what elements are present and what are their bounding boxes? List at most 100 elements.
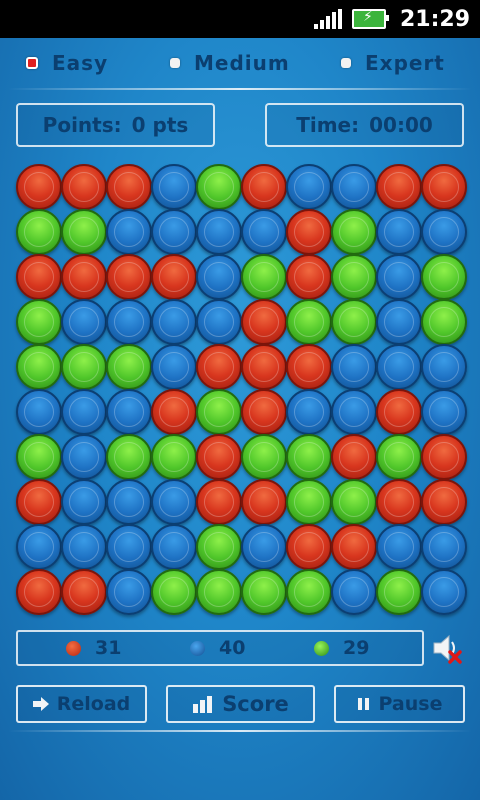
red-ball[interactable] — [421, 434, 467, 480]
red-ball[interactable] — [421, 164, 467, 210]
green-ball[interactable] — [331, 254, 377, 300]
green-ball[interactable] — [196, 164, 242, 210]
red-ball[interactable] — [286, 524, 332, 570]
green-ball[interactable] — [61, 344, 107, 390]
red-ball[interactable] — [241, 344, 287, 390]
red-ball[interactable] — [286, 344, 332, 390]
red-ball[interactable] — [106, 254, 152, 300]
green-ball[interactable] — [376, 434, 422, 480]
blue-ball[interactable] — [16, 524, 62, 570]
blue-ball[interactable] — [421, 389, 467, 435]
red-ball[interactable] — [151, 254, 197, 300]
blue-ball[interactable] — [421, 524, 467, 570]
green-ball[interactable] — [241, 569, 287, 615]
blue-ball[interactable] — [241, 209, 287, 255]
green-ball[interactable] — [286, 434, 332, 480]
red-ball[interactable] — [61, 164, 107, 210]
blue-ball[interactable] — [106, 389, 152, 435]
red-ball[interactable] — [376, 164, 422, 210]
green-ball[interactable] — [241, 434, 287, 480]
blue-ball[interactable] — [106, 209, 152, 255]
green-ball[interactable] — [331, 299, 377, 345]
difficulty-medium[interactable]: Medium — [170, 46, 290, 80]
red-ball[interactable] — [376, 479, 422, 525]
blue-ball[interactable] — [331, 569, 377, 615]
blue-ball[interactable] — [421, 344, 467, 390]
blue-ball[interactable] — [61, 389, 107, 435]
blue-ball[interactable] — [151, 344, 197, 390]
blue-ball[interactable] — [286, 389, 332, 435]
blue-ball[interactable] — [421, 209, 467, 255]
radio-checked-icon[interactable] — [26, 57, 38, 69]
green-ball[interactable] — [286, 569, 332, 615]
blue-ball[interactable] — [331, 389, 377, 435]
red-ball[interactable] — [286, 209, 332, 255]
green-ball[interactable] — [286, 479, 332, 525]
difficulty-easy[interactable]: Easy — [26, 46, 108, 80]
red-ball[interactable] — [331, 434, 377, 480]
blue-ball[interactable] — [61, 299, 107, 345]
blue-ball[interactable] — [286, 164, 332, 210]
green-ball[interactable] — [106, 434, 152, 480]
reload-button[interactable]: Reload — [16, 685, 147, 723]
red-ball[interactable] — [286, 254, 332, 300]
blue-ball[interactable] — [331, 164, 377, 210]
green-ball[interactable] — [331, 209, 377, 255]
red-ball[interactable] — [61, 254, 107, 300]
blue-ball[interactable] — [376, 254, 422, 300]
blue-ball[interactable] — [376, 524, 422, 570]
blue-ball[interactable] — [151, 479, 197, 525]
blue-ball[interactable] — [16, 389, 62, 435]
green-ball[interactable] — [16, 434, 62, 480]
green-ball[interactable] — [421, 299, 467, 345]
red-ball[interactable] — [241, 299, 287, 345]
red-ball[interactable] — [106, 164, 152, 210]
red-ball[interactable] — [196, 344, 242, 390]
red-ball[interactable] — [16, 164, 62, 210]
radio-unchecked-icon[interactable] — [341, 58, 351, 68]
red-ball[interactable] — [61, 569, 107, 615]
pause-button[interactable]: Pause — [334, 685, 465, 723]
blue-ball[interactable] — [151, 209, 197, 255]
green-ball[interactable] — [376, 569, 422, 615]
red-ball[interactable] — [196, 479, 242, 525]
speaker-muted-icon[interactable] — [430, 630, 466, 666]
blue-ball[interactable] — [106, 299, 152, 345]
green-ball[interactable] — [331, 479, 377, 525]
green-ball[interactable] — [61, 209, 107, 255]
red-ball[interactable] — [241, 389, 287, 435]
blue-ball[interactable] — [61, 479, 107, 525]
blue-ball[interactable] — [196, 299, 242, 345]
red-ball[interactable] — [16, 254, 62, 300]
difficulty-expert[interactable]: Expert — [341, 46, 445, 80]
green-ball[interactable] — [241, 254, 287, 300]
green-ball[interactable] — [106, 344, 152, 390]
red-ball[interactable] — [196, 434, 242, 480]
red-ball[interactable] — [421, 479, 467, 525]
green-ball[interactable] — [16, 344, 62, 390]
green-ball[interactable] — [151, 569, 197, 615]
red-ball[interactable] — [376, 389, 422, 435]
green-ball[interactable] — [16, 299, 62, 345]
blue-ball[interactable] — [151, 299, 197, 345]
blue-ball[interactable] — [376, 299, 422, 345]
blue-ball[interactable] — [106, 479, 152, 525]
blue-ball[interactable] — [196, 254, 242, 300]
red-ball[interactable] — [16, 569, 62, 615]
green-ball[interactable] — [151, 434, 197, 480]
blue-ball[interactable] — [241, 524, 287, 570]
blue-ball[interactable] — [61, 524, 107, 570]
blue-ball[interactable] — [151, 164, 197, 210]
blue-ball[interactable] — [376, 344, 422, 390]
green-ball[interactable] — [196, 569, 242, 615]
red-ball[interactable] — [241, 164, 287, 210]
score-button[interactable]: Score — [166, 685, 315, 723]
green-ball[interactable] — [196, 524, 242, 570]
green-ball[interactable] — [16, 209, 62, 255]
blue-ball[interactable] — [151, 524, 197, 570]
blue-ball[interactable] — [196, 209, 242, 255]
blue-ball[interactable] — [61, 434, 107, 480]
green-ball[interactable] — [196, 389, 242, 435]
sound-toggle[interactable] — [430, 630, 466, 666]
red-ball[interactable] — [151, 389, 197, 435]
